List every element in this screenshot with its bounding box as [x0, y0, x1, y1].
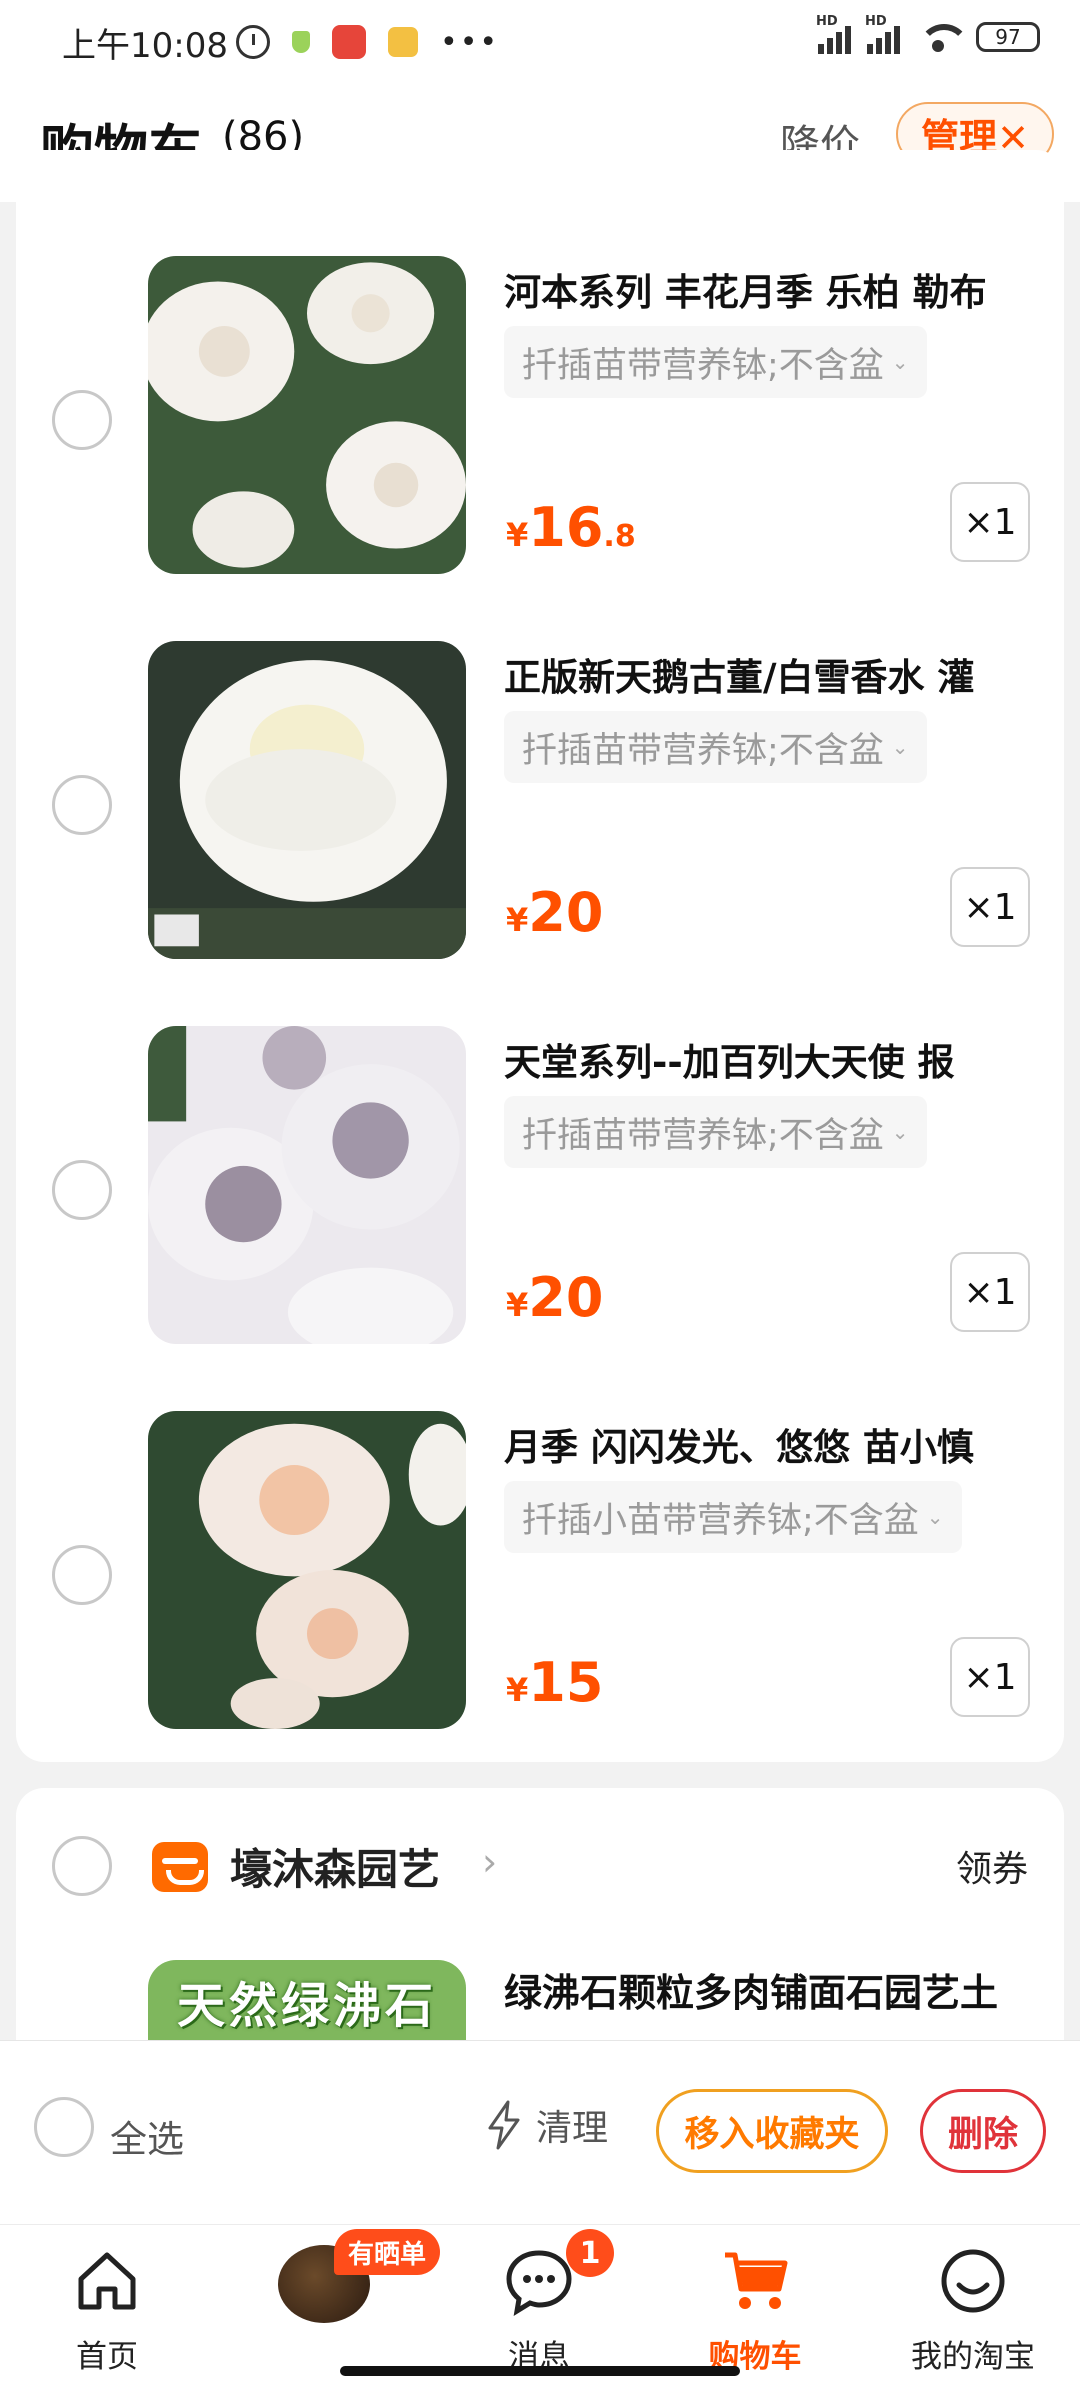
- battery-icon: 97: [976, 22, 1040, 52]
- store-name[interactable]: 壕沐森园艺: [230, 1836, 440, 1897]
- chevron-right-icon[interactable]: ›: [482, 1840, 497, 1884]
- item-title[interactable]: 天堂系列--加百列大天使 报: [504, 1032, 1044, 1086]
- item-price: ¥15: [506, 1651, 604, 1714]
- quantity-button[interactable]: ×1: [950, 1637, 1030, 1717]
- product-image[interactable]: [148, 256, 466, 574]
- item-spec-selector[interactable]: 扦插苗带营养钵;不含盆 ⌄: [504, 326, 927, 398]
- item-title[interactable]: 河本系列 丰花月季 乐柏 勒布: [504, 262, 1044, 316]
- cart-icon: [725, 2252, 788, 2309]
- wifi-icon: [916, 20, 970, 54]
- clean-label: 清理: [536, 2108, 609, 2149]
- product-image[interactable]: [148, 641, 466, 959]
- select-all-checkbox[interactable]: [34, 2097, 94, 2157]
- chevron-down-icon: ⌄: [926, 1505, 944, 1529]
- quantity-button[interactable]: ×1: [950, 867, 1030, 947]
- tab-cart[interactable]: 购物车: [670, 2237, 840, 2375]
- move-to-favorites-button[interactable]: 移入收藏夹: [656, 2089, 888, 2173]
- item-spec-label: 扦插苗带营养钵;不含盆: [522, 345, 884, 386]
- chevron-down-icon: ⌄: [891, 350, 909, 374]
- item-checkbox[interactable]: [52, 1545, 112, 1605]
- tab-my-taobao[interactable]: 我的淘宝: [888, 2237, 1058, 2375]
- smile-icon: [941, 2249, 1005, 2313]
- status-notification-icons: •••: [236, 18, 499, 66]
- store-icon: [152, 1842, 208, 1892]
- quantity-button[interactable]: ×1: [950, 1252, 1030, 1332]
- item-checkbox[interactable]: [52, 390, 112, 450]
- clean-button[interactable]: 清理: [484, 2099, 608, 2151]
- item-spec-selector[interactable]: 扦插小苗带营养钵;不含盆 ⌄: [504, 1481, 962, 1553]
- item-spec-selector[interactable]: 扦插苗带营养钵;不含盆 ⌄: [504, 711, 927, 783]
- chevron-down-icon: ⌄: [891, 1120, 909, 1144]
- app-notification-icon: [332, 25, 366, 59]
- item-spec-selector[interactable]: 扦插苗带营养钵;不含盆 ⌄: [504, 1096, 927, 1168]
- home-icon: [78, 2252, 136, 2310]
- item-title[interactable]: 月季 闪闪发光、悠悠 苗小慎: [504, 1417, 1044, 1471]
- cart-item: 河本系列 丰花月季 乐柏 勒布 扦插苗带营养钵;不含盆 ⌄ ¥16.8 ×1: [16, 256, 1064, 586]
- tab-home[interactable]: 首页: [22, 2237, 192, 2375]
- cart-item: 正版新天鹅古董/白雪香水 灌 扦插苗带营养钵;不含盆 ⌄ ¥20 ×1: [16, 641, 1064, 971]
- status-right: HD HD 97: [816, 14, 1040, 54]
- item-spec-label: 扦插小苗带营养钵;不含盆: [522, 1500, 919, 1541]
- status-time: 上午10:08: [62, 26, 228, 66]
- signal-icon: HD: [816, 14, 851, 54]
- item-title[interactable]: 绿沸石颗粒多肉铺面石园艺土: [504, 1962, 998, 2017]
- status-bar: 上午10:08 ••• HD HD 97: [0, 0, 1080, 84]
- delete-button[interactable]: 删除: [920, 2089, 1046, 2173]
- alarm-icon: [236, 25, 270, 59]
- item-price: ¥16.8: [506, 496, 636, 559]
- store-checkbox[interactable]: [52, 1836, 112, 1896]
- product-image-banner: 天然绿沸石: [176, 1978, 437, 2034]
- quantity-button[interactable]: ×1: [950, 482, 1030, 562]
- home-indicator[interactable]: [340, 2366, 740, 2376]
- item-price: ¥20: [506, 881, 604, 944]
- chevron-down-icon: ⌄: [891, 735, 909, 759]
- item-spec-label: 扦插苗带营养钵;不含盆: [522, 1115, 884, 1156]
- product-image[interactable]: [148, 1026, 466, 1344]
- product-image[interactable]: [148, 1411, 466, 1729]
- item-price: ¥20: [506, 1266, 604, 1329]
- shield-icon: [292, 31, 310, 53]
- signal-icon-2: HD: [865, 14, 900, 54]
- item-spec-label: 扦插苗带营养钵;不含盆: [522, 730, 884, 771]
- cart-item: 月季 闪闪发光、悠悠 苗小慎 扦插小苗带营养钵;不含盆 ⌄ ¥15 ×1: [16, 1411, 1064, 1741]
- messages-badge: 1: [566, 2229, 614, 2277]
- select-all-label[interactable]: 全选: [110, 2109, 184, 2163]
- more-notifications-icon: •••: [440, 24, 500, 60]
- feed-badge[interactable]: 有晒单: [334, 2229, 441, 2275]
- item-checkbox[interactable]: [52, 1160, 112, 1220]
- app-notification-icon-2: [388, 27, 418, 57]
- chat-bubble-icon: [506, 2250, 572, 2317]
- item-title[interactable]: 正版新天鹅古董/白雪香水 灌: [504, 647, 1044, 701]
- cart-item: 天堂系列--加百列大天使 报 扦插苗带营养钵;不含盆 ⌄ ¥20 ×1: [16, 1026, 1064, 1356]
- cart-action-bar: 全选 清理 移入收藏夹 删除: [0, 2040, 1080, 2224]
- lightning-icon: [488, 2100, 520, 2150]
- item-checkbox[interactable]: [52, 775, 112, 835]
- coupon-button[interactable]: 领券: [956, 1840, 1028, 1892]
